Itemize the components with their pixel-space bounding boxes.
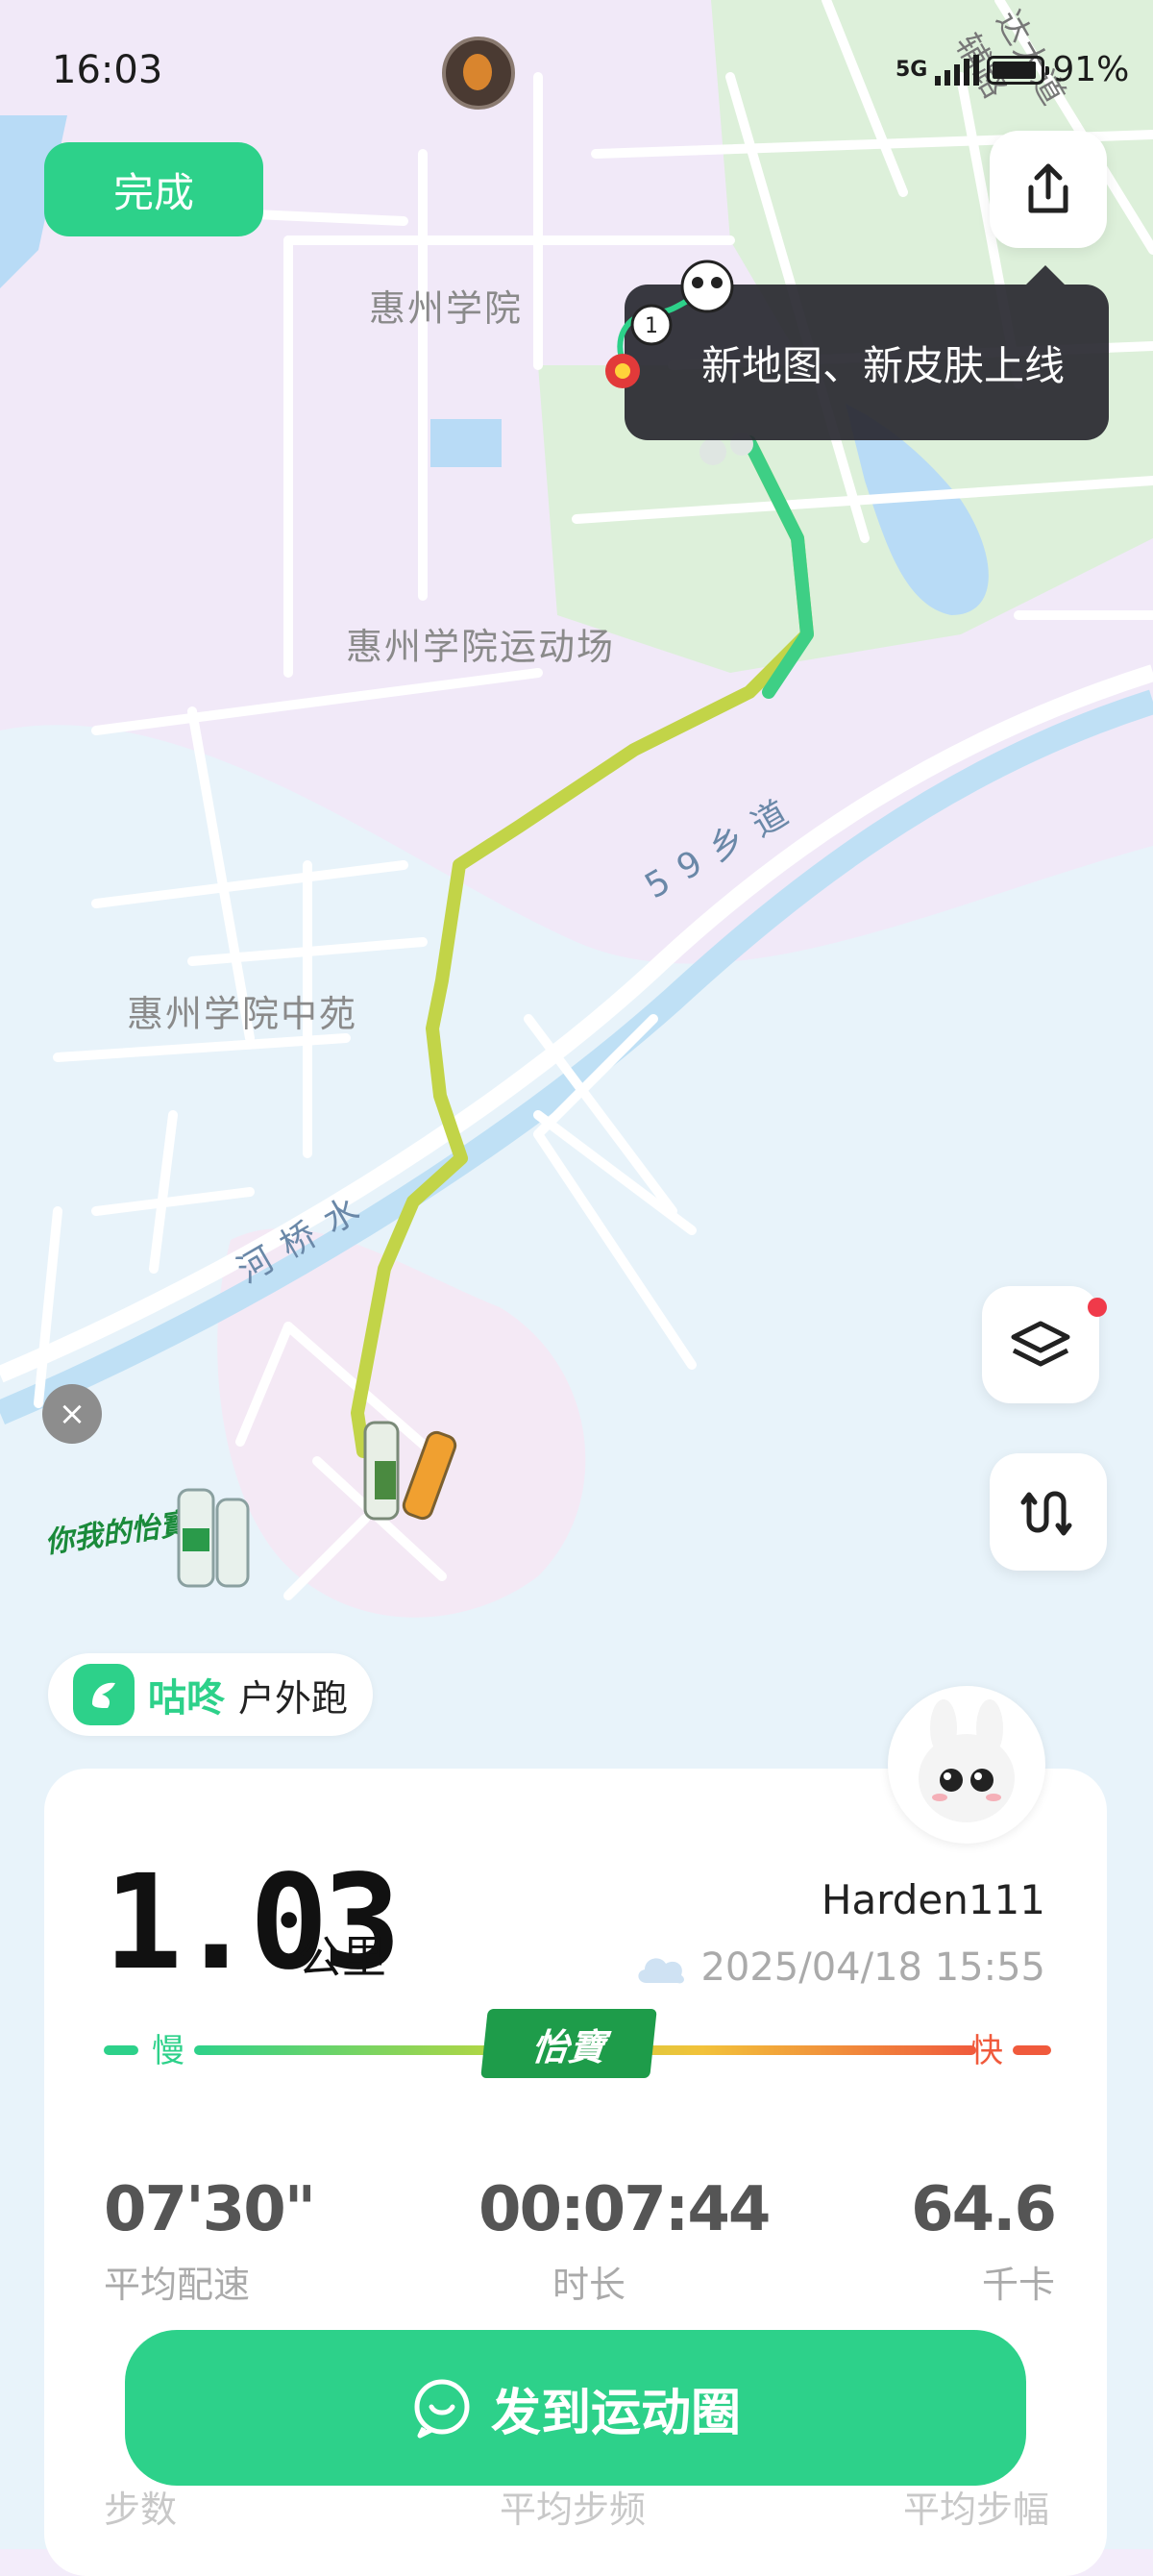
status-indicators: 5G 91% <box>895 50 1129 89</box>
app-name: 咕咚 <box>148 1676 225 1721</box>
user-avatar[interactable] <box>888 1686 1045 1844</box>
duration-label: 时长 <box>552 2264 626 2306</box>
activity-type: 户外跑 <box>238 1676 349 1720</box>
datetime-text: 2025/04/18 15:55 <box>700 1945 1045 1990</box>
signal-icon <box>935 54 980 86</box>
map-label-college: 惠州学院 <box>369 287 524 330</box>
done-button[interactable]: 完成 <box>44 142 263 236</box>
duration-value: 00:07:44 <box>478 2174 771 2245</box>
share-to-feed-button[interactable]: 发到运动圈 <box>125 2330 1026 2486</box>
share-button-label: 发到运动圈 <box>490 2384 741 2442</box>
username: Harden111 <box>821 1876 1045 1923</box>
network-type: 5G <box>895 58 928 82</box>
skin-stickers-icon: 1 <box>594 256 748 400</box>
calories-label: 千卡 <box>981 2264 1055 2306</box>
avg-stride-label: 平均步幅 <box>903 2489 1050 2531</box>
notification-avatar-icon <box>442 37 515 110</box>
avg-cadence-label: 平均步频 <box>500 2489 647 2531</box>
route-toggle-button[interactable] <box>990 1453 1107 1571</box>
avg-pace-label: 平均配速 <box>104 2264 251 2306</box>
stat-avg-pace: 07'30" 平均配速 <box>104 2174 316 2308</box>
map-label-stadium: 惠州学院运动场 <box>346 626 616 668</box>
avg-pace-value: 07'30" <box>104 2174 316 2245</box>
steps-label: 步数 <box>104 2489 178 2531</box>
pace-slow-label: 慢 <box>152 2032 184 2070</box>
app-source-tag: 咕咚 户外跑 <box>48 1653 374 1736</box>
battery-level: 91% <box>1052 50 1130 89</box>
map-label-middle-garden: 惠州学院中苑 <box>127 993 358 1035</box>
chat-bubble-icon <box>414 2379 470 2439</box>
stat-duration: 00:07:44 时长 <box>478 2174 771 2308</box>
workout-datetime: 2025/04/18 15:55 <box>633 1945 1045 1990</box>
pace-brand-text: 怡寶 <box>529 2025 607 2068</box>
codoon-logo-icon <box>73 1664 135 1725</box>
status-time: 16:03 <box>52 48 163 92</box>
water-bottles-icon <box>177 1488 250 1588</box>
stat-calories: 64.6 千卡 <box>844 2174 1057 2308</box>
layers-icon <box>1011 1321 1070 1367</box>
close-ad-button[interactable]: × <box>42 1384 102 1444</box>
cloudy-weather-icon <box>638 1958 685 1984</box>
svg-text:1: 1 <box>645 314 658 338</box>
share-icon <box>1028 163 1068 213</box>
distance-unit: 公里 <box>298 1931 386 1983</box>
calories-value: 64.6 <box>911 2174 1057 2245</box>
pace-fast-label: 快 <box>970 2032 1003 2070</box>
pace-brand-badge: 怡寶 <box>480 2009 657 2078</box>
layers-badge <box>1088 1298 1107 1317</box>
map-layers-button[interactable] <box>982 1286 1099 1403</box>
route-icon <box>1020 1491 1072 1536</box>
share-icon-button[interactable] <box>990 131 1107 248</box>
battery-icon <box>987 55 1050 85</box>
tooltip-text: 新地图、新皮肤上线 <box>701 341 1066 389</box>
ad-banner[interactable]: 你我的怡寶 <box>43 1471 250 1596</box>
